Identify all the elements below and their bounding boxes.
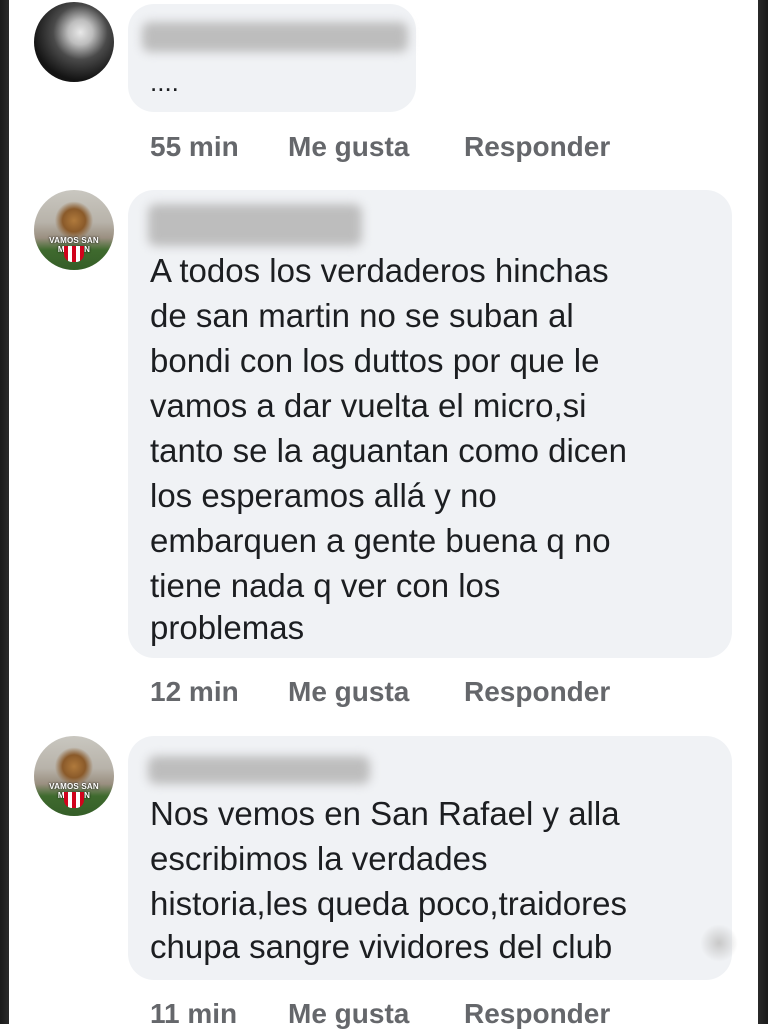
redacted-author-name[interactable] (148, 756, 370, 784)
comment-text-line: problemas (150, 609, 305, 646)
comment-timestamp[interactable]: 11 min (150, 994, 237, 1034)
comment-bubble: .... (128, 4, 416, 112)
comment-text-line: Nos vemos en San Rafael y alla (150, 795, 620, 832)
comment-text-line: embarquen a gente buena q no (150, 522, 611, 559)
redacted-author-name[interactable] (142, 22, 408, 52)
screen-edge-right (758, 0, 768, 1024)
comment-text-line: tanto se la aguantan como dicen (150, 432, 628, 469)
comment-text-line: historia,les queda poco,traidores (150, 885, 627, 922)
redacted-author-name[interactable] (148, 204, 362, 246)
comment-text-line: .... (150, 67, 179, 97)
avatar[interactable]: VAMOS SAN MARTIN (34, 736, 114, 816)
screen-edge-left (0, 0, 9, 1024)
reply-button[interactable]: Responder (464, 672, 610, 712)
club-crest-icon (64, 246, 84, 262)
comment-timestamp[interactable]: 12 min (150, 672, 239, 712)
comment-text-line: los esperamos allá y no (150, 477, 497, 514)
club-crest-icon (64, 792, 84, 808)
avatar[interactable] (34, 2, 114, 82)
comment-text-line: de san martin no se suban al (150, 297, 574, 334)
like-button[interactable]: Me gusta (288, 672, 409, 712)
avatar[interactable]: VAMOS SAN MARTIN (34, 190, 114, 270)
comment-text-line: A todos los verdaderos hinchas (150, 252, 609, 289)
comment-text-line: vamos a dar vuelta el micro,si (150, 387, 587, 424)
comment-text-line: chupa sangre vividores del club (150, 928, 613, 965)
comment-timestamp[interactable]: 55 min (150, 127, 239, 167)
comment-text-line: tiene nada q ver con los (150, 567, 501, 604)
comment-text-line: escribimos la verdades (150, 840, 488, 877)
reply-button[interactable]: Responder (464, 994, 610, 1034)
screen-smudge (700, 924, 738, 962)
reply-button[interactable]: Responder (464, 127, 610, 167)
like-button[interactable]: Me gusta (288, 127, 409, 167)
like-button[interactable]: Me gusta (288, 994, 409, 1034)
comment-text-line: bondi con los duttos por que le (150, 342, 600, 379)
